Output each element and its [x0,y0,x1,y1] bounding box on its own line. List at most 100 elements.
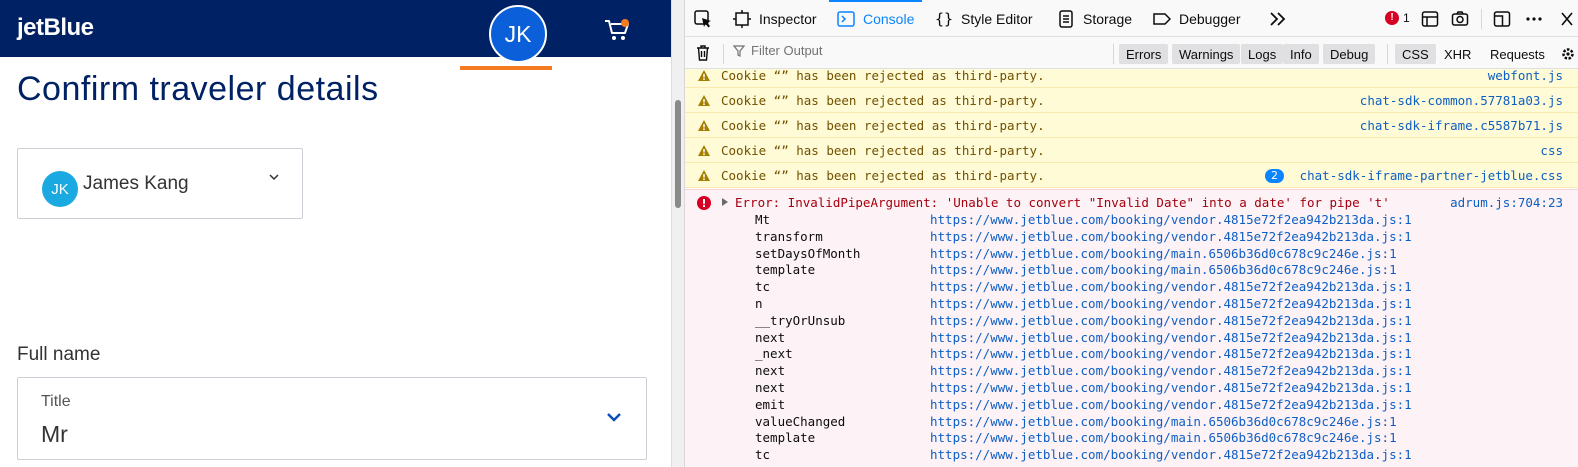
tab-debugger[interactable]: Debugger [1153,0,1241,37]
console-settings-gear-icon[interactable] [1559,45,1577,63]
warning-text: Cookie “” has been rejected as third-par… [721,69,1045,83]
stack-frame-function: emit [755,396,786,412]
error-source-link[interactable]: adrum.js:704:23 [1450,195,1563,210]
title-select[interactable]: Title Mr [17,377,647,460]
toolbar-separator [1481,9,1482,29]
filter-errors-button[interactable]: Errors [1119,44,1169,64]
stack-frame-location-link[interactable]: https://www.jetblue.com/booking/vendor.4… [930,397,1412,412]
stack-frame-location-link[interactable]: https://www.jetblue.com/booking/vendor.4… [930,229,1412,244]
more-tabs-chevron-icon[interactable] [1269,11,1287,27]
screenshot-icon[interactable] [1451,10,1469,28]
more-options-icon[interactable] [1525,10,1543,28]
storage-icon [1059,9,1073,28]
inspector-icon [733,9,751,28]
stack-frame-location-link[interactable]: https://www.jetblue.com/booking/vendor.4… [930,313,1412,328]
error-count: 1 [1403,11,1410,25]
tab-label: Console [863,10,915,27]
stack-frame-function: template [755,430,816,446]
warning-source-link[interactable]: css [1540,143,1563,158]
stack-frame-location-link[interactable]: https://www.jetblue.com/booking/main.650… [930,262,1397,277]
error-icon: ! [1385,11,1399,25]
stack-frame-location-link[interactable]: https://www.jetblue.com/booking/vendor.4… [930,447,1412,462]
tab-label: Style Editor [961,10,1033,27]
filter-logs-button[interactable]: Logs [1241,44,1284,64]
stack-frame-location-link[interactable]: https://www.jetblue.com/booking/main.650… [930,414,1397,429]
stack-frame-function: template [755,262,816,278]
warning-icon [698,70,710,81]
stack-frame-function: _next [755,346,793,362]
stack-frame-function: valueChanged [755,413,846,429]
jetblue-logo[interactable]: jetBlue [17,14,94,42]
expand-error-icon[interactable] [722,198,728,206]
stack-frame-location-link[interactable]: https://www.jetblue.com/booking/vendor.4… [930,296,1412,311]
stack-frame-function: __tryOrUnsub [755,312,846,328]
filter-info-button[interactable]: Info [1283,44,1319,64]
tab-label: Inspector [759,10,817,27]
console-icon [837,10,855,27]
warning-row: Cookie “” has been rejected as third-par… [685,163,1578,188]
filter-xhr-button[interactable]: XHR [1437,44,1478,64]
filter-requests-button[interactable]: Requests [1483,44,1552,64]
stack-frame-location-link[interactable]: https://www.jetblue.com/booking/vendor.4… [930,363,1412,378]
trash-icon[interactable] [695,44,711,62]
tab-inspector[interactable]: Inspector [733,0,817,37]
user-avatar-button[interactable]: JK [489,5,547,63]
warning-text: Cookie “” has been rejected as third-par… [721,93,1045,108]
page-scrollbar[interactable] [671,0,684,467]
screen: jetBlue JK Confirm traveler details JK J… [0,0,1578,467]
warning-source-link[interactable]: webfont.js [1488,69,1563,83]
chevron-down-icon [607,413,621,422]
tab-style-editor[interactable]: {} Style Editor [935,0,1033,37]
stack-frame-location-link[interactable]: https://www.jetblue.com/booking/vendor.4… [930,346,1412,361]
stack-frame-location-link[interactable]: https://www.jetblue.com/booking/vendor.4… [930,330,1412,345]
error-icon: ! [697,196,711,210]
filter-debug-button[interactable]: Debug [1323,44,1376,64]
top-nav-bar: jetBlue JK [0,0,671,63]
tab-storage[interactable]: Storage [1057,0,1132,37]
pick-element-icon[interactable] [693,9,713,29]
stack-frame-location-link[interactable]: https://www.jetblue.com/booking/vendor.4… [930,212,1412,227]
warning-source-link[interactable]: chat-sdk-iframe-partner-jetblue.css [1300,168,1563,183]
toolbar-separator [1113,44,1114,64]
warning-icon [698,95,710,106]
traveler-name: James Kang [83,173,189,194]
filter-warnings-button[interactable]: Warnings [1172,44,1241,64]
stack-frame-location-link[interactable]: https://www.jetblue.com/booking/main.650… [930,430,1397,445]
traveler-selector[interactable]: JK James Kang [17,148,303,219]
warning-source-link[interactable]: chat-sdk-iframe.c5587b71.js [1360,118,1563,133]
stack-frame-function: next [755,329,786,345]
traveler-avatar: JK [42,171,78,207]
filter-css-button[interactable]: CSS [1395,44,1436,64]
warning-text: Cookie “” has been rejected as third-par… [721,143,1045,158]
repeat-count-badge: 2 [1265,169,1284,183]
stack-frame-function: tc [755,447,771,463]
filter-icon [733,44,745,57]
jetblue-page: jetBlue JK Confirm traveler details JK J… [0,0,671,467]
toolbar-separator [1387,44,1388,64]
close-devtools-icon[interactable] [1559,10,1575,28]
stack-frame-function: Mt [755,212,771,227]
stack-frame-function: transform [755,228,823,244]
tab-console[interactable]: Console [828,0,923,37]
warning-row: Cookie “” has been rejected as third-par… [685,138,1578,163]
avatar-active-indicator [460,66,552,70]
devtools-panel: Inspector Console {} Style Editor Storag… [684,0,1578,467]
console-output: Cookie “” has been rejected as third-par… [685,69,1578,467]
error-message: ! Error: InvalidPipeArgument: 'Unable to… [685,189,1578,467]
title-field-label: Title [41,393,71,410]
stack-frame-location-link[interactable]: https://www.jetblue.com/booking/vendor.4… [930,380,1412,395]
page-scrollbar-thumb[interactable] [675,100,681,208]
chevron-down-icon [269,174,279,181]
dock-side-icon[interactable] [1493,10,1511,28]
page-title: Confirm traveler details [17,70,379,108]
error-count-badge[interactable]: ! 1 [1385,11,1410,25]
stack-frame-location-link[interactable]: https://www.jetblue.com/booking/vendor.4… [930,279,1412,294]
split-console-icon[interactable] [1421,10,1439,28]
stack-frame-function: n [755,296,763,311]
warning-row: Cookie “” has been rejected as third-par… [685,69,1578,88]
stack-frame-function: next [755,363,786,379]
stack-frame-location-link[interactable]: https://www.jetblue.com/booking/main.650… [930,246,1397,261]
filter-output-input[interactable]: Filter Output [733,43,823,58]
stack-frame-function: tc [755,279,771,295]
warning-source-link[interactable]: chat-sdk-common.57781a03.js [1360,93,1563,108]
